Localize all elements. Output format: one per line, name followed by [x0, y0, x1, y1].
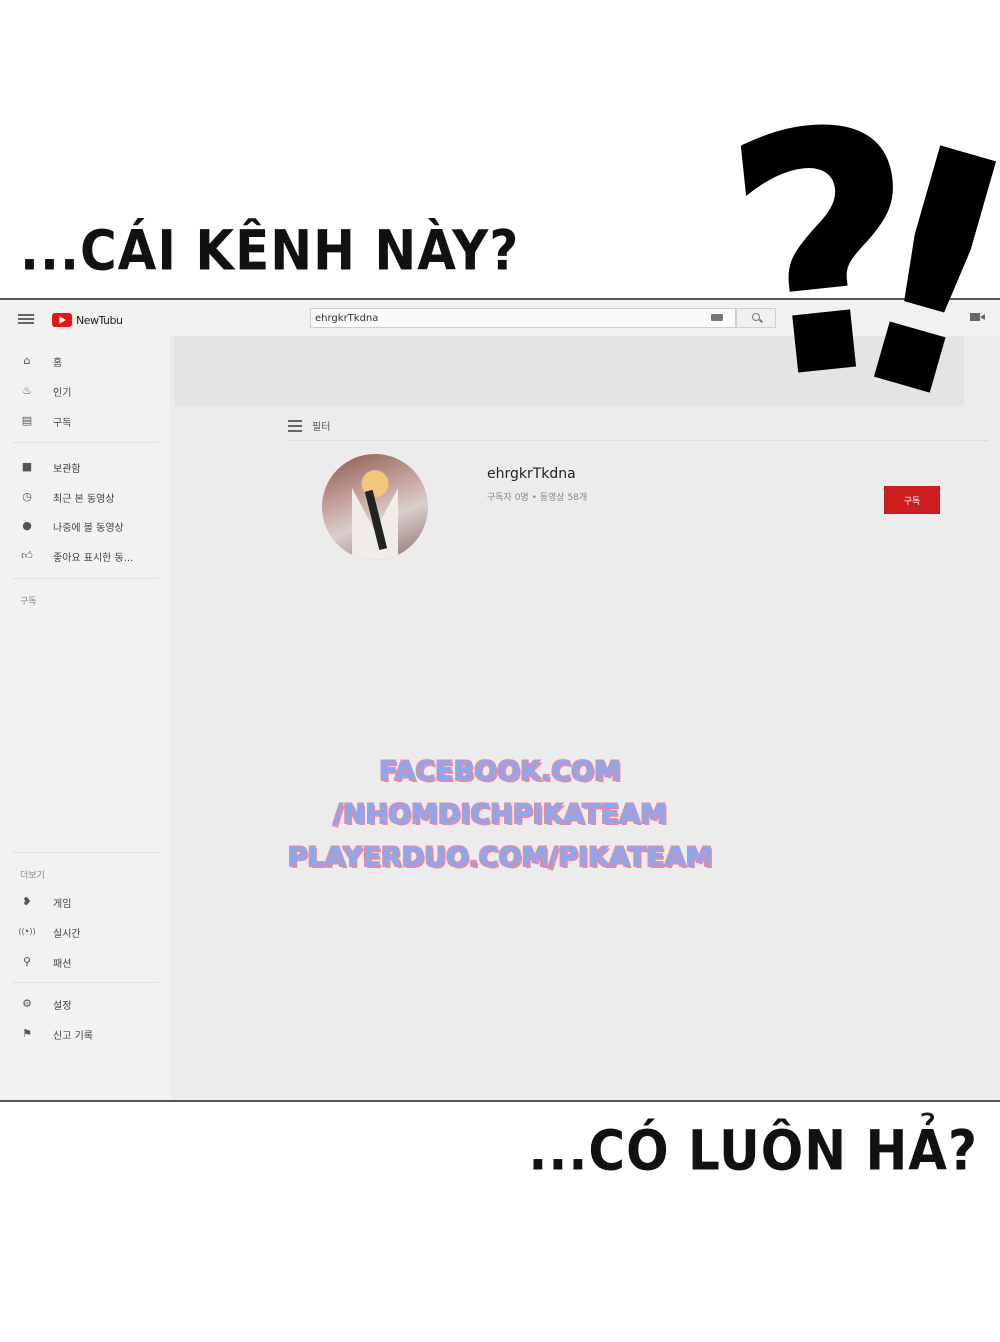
sidebar-divider	[12, 578, 158, 579]
sidebar-item-settings[interactable]: ⚙ 설정	[0, 993, 170, 1015]
home-icon: ⌂	[23, 354, 31, 367]
sidebar-item-label: 좋아요 표시한 동...	[53, 552, 134, 564]
sidebar-item-gaming[interactable]: ❥ 게임	[0, 891, 170, 913]
sidebar-item-label: 설정	[53, 1000, 72, 1012]
filter-icon	[288, 419, 302, 432]
thumbs-up-icon: 👍︎	[21, 549, 33, 562]
channel-avatar[interactable]	[322, 454, 428, 560]
caption-bottom: ...CÓ LUÔN HẢ?	[528, 1119, 978, 1183]
filter-label: 필터	[312, 422, 331, 433]
sidebar-item-label: 패션	[53, 958, 72, 970]
sidebar-item-label: 보관함	[53, 463, 81, 475]
history-icon: ◷	[22, 490, 32, 503]
sidebar-item-subscriptions[interactable]: ▤ 구독	[0, 410, 170, 432]
sidebar-item-live[interactable]: ((•)) 실시간	[0, 921, 170, 943]
watermark-line: FACEBOOK.COM	[379, 756, 621, 787]
hanger-icon: ⚲	[22, 955, 32, 968]
watermark: FACEBOOK.COM /NHOMDICHPIKATEAM PLAYERDUO…	[0, 750, 1000, 879]
sidebar-item-library[interactable]: ■ 보관함	[0, 456, 170, 478]
sidebar-item-label: 신고 기록	[53, 1030, 93, 1042]
folder-icon: ■	[21, 460, 33, 473]
search-box[interactable]	[310, 308, 736, 328]
sidebar-divider	[12, 982, 158, 983]
logo[interactable]: NewTubu	[52, 312, 123, 328]
sidebar-item-fashion[interactable]: ⚲ 패션	[0, 951, 170, 973]
sidebar-item-home[interactable]: ⌂ 홈	[0, 350, 170, 372]
clock-icon: ●	[22, 519, 32, 532]
subscriptions-icon: ▤	[21, 414, 33, 427]
sidebar-item-label: 구독	[53, 417, 72, 429]
watermark-line: /NHOMDICHPIKATEAM	[333, 799, 667, 830]
sidebar-item-watch-later[interactable]: ● 나중에 볼 동영상	[0, 515, 170, 537]
menu-icon[interactable]	[18, 314, 34, 324]
sidebar-divider	[12, 442, 158, 443]
channel-meta: 구독자 0명 • 동영상 58개	[487, 493, 588, 503]
caption-top: ...CÁI KÊNH NÀY?	[20, 219, 520, 283]
filter-button[interactable]: 필터	[288, 418, 330, 433]
sidebar-item-label: 게임	[53, 898, 72, 910]
logo-text: NewTubu	[76, 313, 123, 327]
sidebar-item-liked-videos[interactable]: 👍︎ 좋아요 표시한 동...	[0, 545, 170, 567]
sidebar-item-trending[interactable]: ♨ 인기	[0, 380, 170, 402]
search-input[interactable]	[315, 311, 695, 325]
sidebar: ⌂ 홈 ♨ 인기 ▤ 구독 ■ 보관함 ◷ 최근 본 동영상 ● 나중에 볼 동…	[0, 336, 170, 1100]
play-logo-icon	[52, 313, 72, 327]
sidebar-item-label: 실시간	[53, 928, 81, 940]
subscribe-button[interactable]: 구독	[884, 486, 940, 514]
keyboard-icon[interactable]	[711, 314, 723, 321]
sidebar-item-label: 인기	[53, 387, 72, 399]
channel-name[interactable]: ehrgkrTkdna	[487, 466, 576, 482]
watermark-line: PLAYERDUO.COM/PIKATEAM	[287, 842, 713, 873]
sidebar-item-label: 최근 본 동영상	[53, 493, 115, 505]
sidebar-item-history[interactable]: ◷ 최근 본 동영상	[0, 486, 170, 508]
sidebar-item-label: 홈	[53, 357, 63, 369]
live-icon: ((•))	[18, 927, 36, 936]
fire-icon: ♨	[22, 384, 32, 397]
gamepad-icon: ❥	[22, 895, 32, 908]
gear-icon: ⚙	[22, 997, 32, 1010]
subscriptions-heading: 구독	[20, 597, 37, 607]
flag-icon: ⚑	[22, 1027, 32, 1040]
sidebar-item-label: 나중에 볼 동영상	[53, 522, 124, 534]
sidebar-item-report-history[interactable]: ⚑ 신고 기록	[0, 1023, 170, 1045]
